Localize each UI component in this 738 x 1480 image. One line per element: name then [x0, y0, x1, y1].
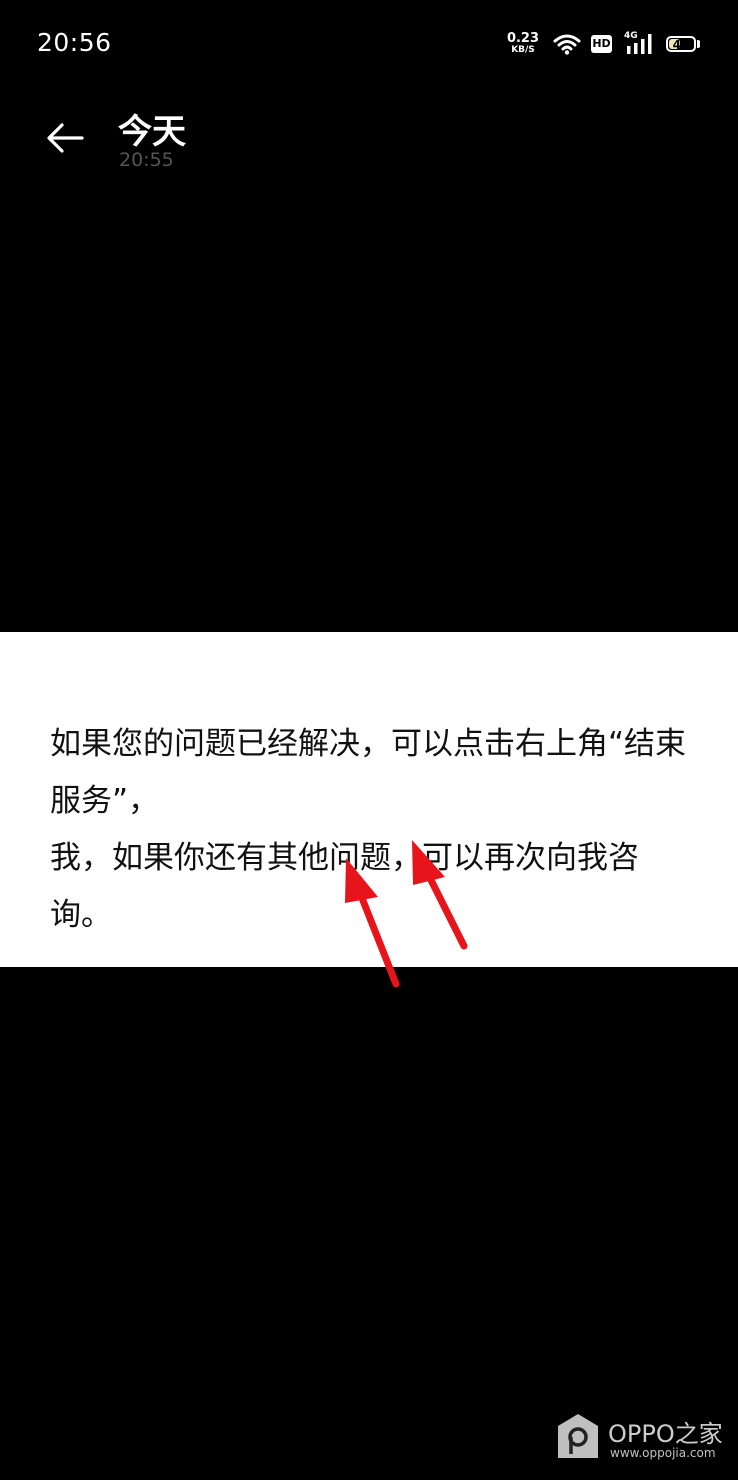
- message-panel: 如果您的问题已经解决，可以点击右上角“结束服务”， 我，如果你还有其他问题，可以…: [0, 632, 738, 967]
- page-subtitle-time: 20:55: [119, 149, 174, 171]
- status-time: 20:56: [37, 28, 112, 57]
- network-speed-value: 0.23: [506, 31, 540, 46]
- arrow-left-icon: [47, 123, 84, 153]
- back-button[interactable]: [40, 112, 92, 164]
- network-speed-unit: KB/S: [511, 45, 535, 55]
- page-title: 今天: [118, 112, 186, 152]
- message-text: 如果您的问题已经解决，可以点击右上角“结束服务”， 我，如果你还有其他问题，可以…: [50, 716, 690, 944]
- signal-icon: [627, 34, 652, 54]
- message-line-2: 我，如果你还有其他问题，可以再次向我咨询。: [50, 840, 639, 933]
- wifi-icon: [553, 34, 581, 55]
- message-line-1: 如果您的问题已经解决，可以点击右上角“结束服务”，: [50, 726, 687, 819]
- watermark-url: www.oppojia.com: [610, 1446, 716, 1460]
- battery-level-text: 42: [672, 38, 690, 52]
- battery-icon: 42: [666, 36, 696, 52]
- watermark-brand: OPPO之家: [608, 1420, 723, 1448]
- network-speed-indicator: 0.23 KB/S: [503, 32, 543, 55]
- watermark: OPPO之家 www.oppojia.com: [556, 1410, 726, 1465]
- hd-voice-badge: HD: [591, 35, 612, 53]
- battery-tip: [697, 40, 700, 48]
- status-bar: 20:56 0.23 KB/S HD 4G 42: [0, 0, 738, 90]
- house-logo-icon: [558, 1414, 598, 1458]
